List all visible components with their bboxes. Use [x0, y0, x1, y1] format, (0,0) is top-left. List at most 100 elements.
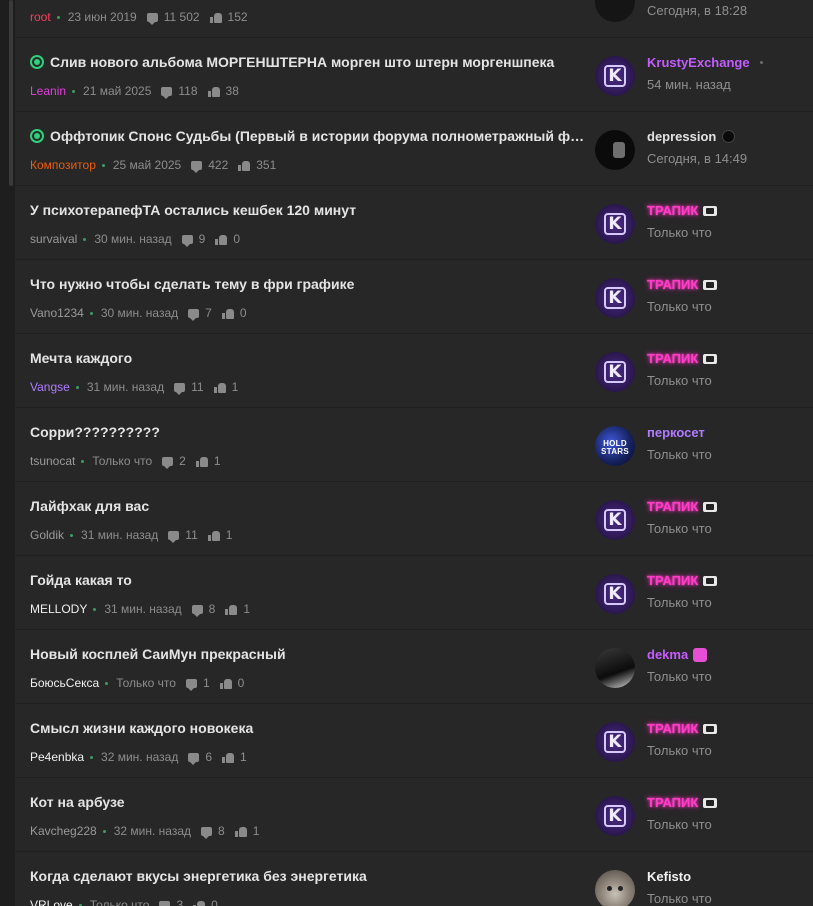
thread-author[interactable]: tsunocat — [30, 454, 75, 468]
last-poster-name-text[interactable]: ТРАПИК — [647, 203, 698, 218]
last-post-time[interactable]: Только что — [647, 669, 712, 684]
last-poster-avatar[interactable]: K — [595, 278, 635, 318]
last-poster-name[interactable]: KrustyExchange — [647, 55, 763, 70]
thread-title[interactable]: Смысл жизни каждого новокека — [30, 720, 590, 736]
last-post-time[interactable]: Только что — [647, 595, 712, 610]
last-poster-name-text[interactable]: Kefisto — [647, 869, 691, 884]
thread-row[interactable]: Новый косплей СаиМун прекрасный БоюсьСекс… — [15, 630, 813, 704]
thread-title[interactable]: Гойда какая то — [30, 572, 590, 588]
last-poster-name-text[interactable]: KrustyExchange — [647, 55, 750, 70]
thread-title-text[interactable]: Оффтопик Спонс Судьбы (Первый в истории … — [50, 128, 590, 144]
last-post-time[interactable]: Только что — [647, 225, 712, 240]
thread-author[interactable]: survaival — [30, 232, 77, 246]
last-poster-name[interactable]: depression — [647, 129, 736, 144]
scrollbar-thumb[interactable] — [9, 0, 13, 186]
thread-title[interactable]: Новый косплей СаиМун прекрасный — [30, 646, 590, 662]
thread-author[interactable]: Pe4enbka — [30, 750, 84, 764]
thread-title-text[interactable]: Лайфхак для вас — [30, 498, 149, 514]
thread-title[interactable]: Когда сделают вкусы энергетика без энерг… — [30, 868, 590, 884]
thread-author[interactable]: Leanin — [30, 84, 66, 98]
thread-row[interactable]: Мечта каждого Vangse 31 мин. назад 11 1 K ТРАП… — [15, 334, 813, 408]
last-poster-name[interactable]: ТРАПИК — [647, 277, 718, 292]
last-poster-avatar[interactable] — [595, 648, 635, 688]
last-poster-avatar[interactable] — [595, 870, 635, 906]
thread-row[interactable]: Когда сделают вкусы энергетика без энерг… — [15, 852, 813, 906]
thread-row[interactable]: Что нужно чтобы сделать тему в фри графи… — [15, 260, 813, 334]
last-poster-avatar[interactable]: K — [595, 500, 635, 540]
last-poster-name-text[interactable]: ТРАПИК — [647, 721, 698, 736]
thread-title-text[interactable]: Смысл жизни каждого новокека — [30, 720, 253, 736]
thread-title-text[interactable]: Кот на арбузе — [30, 794, 125, 810]
last-post-time[interactable]: 54 мин. назад — [647, 77, 731, 92]
last-post-time[interactable]: Только что — [647, 299, 712, 314]
thread-title[interactable]: Что нужно чтобы сделать тему в фри графи… — [30, 276, 590, 292]
last-poster-avatar[interactable] — [595, 130, 635, 170]
last-poster-name[interactable]: dekma — [647, 647, 708, 662]
thread-title-text[interactable]: Когда сделают вкусы энергетика без энерг… — [30, 868, 367, 884]
thread-row[interactable]: root 23 июн 2019 11 502 152 Сегодня, в 18:28 — [15, 0, 813, 38]
thread-row[interactable]: Кот на арбузе Kavcheg228 32 мин. назад 8 1 K Т… — [15, 778, 813, 852]
thread-title-text[interactable]: Новый косплей СаиМун прекрасный — [30, 646, 286, 662]
last-post-time[interactable]: Только что — [647, 373, 712, 388]
thread-row[interactable]: Гойда какая то MELLODY 31 мин. назад 8 1 K ТРА… — [15, 556, 813, 630]
last-poster-name-text[interactable]: перкосет — [647, 425, 705, 440]
last-poster-name-text[interactable]: depression — [647, 129, 716, 144]
thread-title-text[interactable]: Мечта каждого — [30, 350, 132, 366]
thread-row[interactable]: Оффтопик Спонс Судьбы (Первый в истории … — [15, 112, 813, 186]
thread-title[interactable]: У психотерапефТА остались кешбек 120 мин… — [30, 202, 590, 218]
last-poster-name-text[interactable]: dekma — [647, 647, 688, 662]
thread-title-text[interactable]: Сорри?????????? — [30, 424, 160, 440]
thread-title-text[interactable]: Слив нового альбома МОРГЕНШТЕРНА морген … — [50, 54, 554, 70]
last-poster-name-text[interactable]: ТРАПИК — [647, 351, 698, 366]
thread-title[interactable]: Оффтопик Спонс Судьбы (Первый в истории … — [30, 128, 590, 144]
last-poster-avatar[interactable]: K — [595, 352, 635, 392]
last-post-time[interactable]: Только что — [647, 521, 712, 536]
thread-row[interactable]: Лайфхак для вас Goldik 31 мин. назад 11 1 K ТР… — [15, 482, 813, 556]
thread-title[interactable]: Лайфхак для вас — [30, 498, 590, 514]
last-poster-name-text[interactable]: ТРАПИК — [647, 277, 698, 292]
thread-author[interactable]: Композитор — [30, 158, 96, 172]
thread-author[interactable]: root — [30, 10, 51, 24]
thread-author[interactable]: Vangse — [30, 380, 70, 394]
last-poster-avatar[interactable]: K — [595, 574, 635, 614]
last-poster-name-text[interactable]: ТРАПИК — [647, 499, 698, 514]
last-post-time[interactable]: Только что — [647, 817, 712, 832]
last-poster-name[interactable]: перкосет — [647, 425, 705, 440]
last-poster-avatar[interactable]: HOLD STARS — [595, 426, 635, 466]
thread-row[interactable]: У психотерапефТА остались кешбек 120 мин… — [15, 186, 813, 260]
last-poster-name[interactable]: ТРАПИК — [647, 499, 718, 514]
thread-title-text[interactable]: Гойда какая то — [30, 572, 132, 588]
last-post-time[interactable]: Только что — [647, 743, 712, 758]
thread-title[interactable]: Сорри?????????? — [30, 424, 590, 440]
thread-title-text[interactable]: Что нужно чтобы сделать тему в фри графи… — [30, 276, 354, 292]
last-poster-avatar[interactable] — [595, 0, 635, 22]
last-poster-name[interactable]: ТРАПИК — [647, 351, 718, 366]
last-post-time[interactable]: Только что — [647, 891, 712, 906]
scrollbar[interactable] — [0, 0, 15, 906]
thread-author[interactable]: Goldik — [30, 528, 64, 542]
last-post-time[interactable]: Только что — [647, 447, 712, 462]
last-poster-name-text[interactable]: ТРАПИК — [647, 573, 698, 588]
thread-title[interactable]: Слив нового альбома МОРГЕНШТЕРНА морген … — [30, 54, 590, 70]
last-poster-name[interactable]: ТРАПИК — [647, 573, 718, 588]
last-poster-avatar[interactable]: K — [595, 796, 635, 836]
thread-row[interactable]: Слив нового альбома МОРГЕНШТЕРНА морген … — [15, 38, 813, 112]
thread-author[interactable]: Kavcheg228 — [30, 824, 97, 838]
thread-title-text[interactable]: У психотерапефТА остались кешбек 120 мин… — [30, 202, 356, 218]
thread-author[interactable]: Vano1234 — [30, 306, 84, 320]
thread-row[interactable]: Сорри?????????? tsunocat Только что 2 1 HOLD … — [15, 408, 813, 482]
last-poster-name-text[interactable]: ТРАПИК — [647, 795, 698, 810]
thread-author[interactable]: MELLODY — [30, 602, 87, 616]
last-poster-avatar[interactable]: K — [595, 56, 635, 96]
last-poster-name[interactable]: ТРАПИК — [647, 795, 718, 810]
last-poster-name[interactable]: ТРАПИК — [647, 721, 718, 736]
last-poster-avatar[interactable]: K — [595, 722, 635, 762]
thread-author[interactable]: БоюсьСекса — [30, 676, 99, 690]
thread-row[interactable]: Смысл жизни каждого новокека Pe4enbka 32 м… — [15, 704, 813, 778]
last-post-time[interactable]: Сегодня, в 14:49 — [647, 151, 747, 166]
thread-title[interactable]: Мечта каждого — [30, 350, 590, 366]
last-post-time[interactable]: Сегодня, в 18:28 — [647, 3, 747, 18]
last-poster-avatar[interactable]: K — [595, 204, 635, 244]
last-poster-name[interactable]: ТРАПИК — [647, 203, 718, 218]
last-poster-name[interactable]: Kefisto — [647, 869, 691, 884]
